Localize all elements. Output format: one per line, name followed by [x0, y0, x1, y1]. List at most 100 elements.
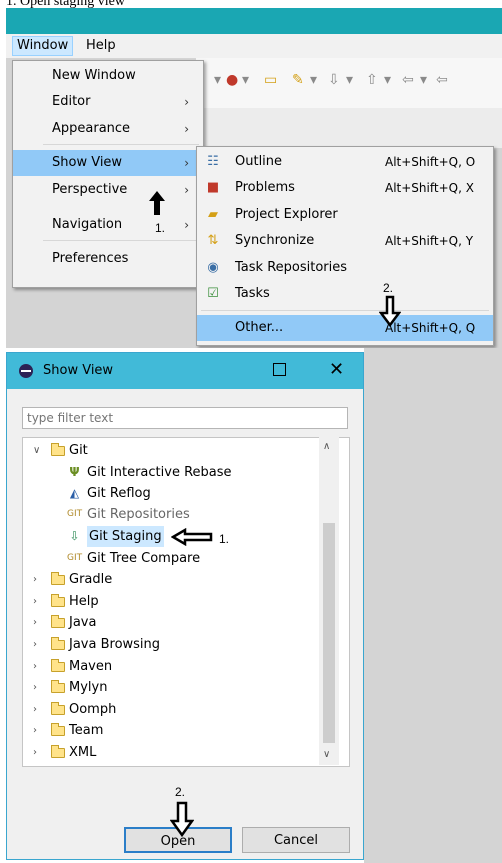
submenu-item-synchronize[interactable]: ⇅ Synchronize Alt+Shift+Q, Y — [197, 228, 493, 254]
project-explorer-icon: ▰ — [208, 207, 218, 222]
problems-icon: ■ — [206, 180, 220, 195]
menu-item-new-window[interactable]: New Window — [13, 63, 203, 89]
folder-icon — [51, 680, 65, 693]
toolbar: ▾ ● ▾ ▭ ✎ ▾ ⇩ ▾ ⇧ ▾ ⇦ ▾ ⇦ — [196, 58, 502, 109]
scrollbar-thumb[interactable] — [323, 523, 335, 743]
tree-item-git-tree-compare[interactable]: GIT Git Tree Compare — [33, 548, 313, 569]
tree-item-git-interactive-rebase[interactable]: Ψ Git Interactive Rebase — [33, 462, 313, 483]
git-repository-icon: GIT — [67, 509, 83, 519]
submenu-item-project-explorer[interactable]: ▰ Project Explorer — [197, 202, 493, 228]
run-icon[interactable]: ● — [226, 72, 238, 88]
editor-area — [196, 108, 502, 148]
dropdown-icon[interactable]: ▾ — [242, 72, 249, 88]
submenu-item-other[interactable]: Other... Alt+Shift+Q, Q — [197, 315, 493, 341]
tree-item-git-repositories[interactable]: GIT Git Repositories — [33, 504, 313, 525]
menu-item-navigation[interactable]: Navigation › — [13, 212, 203, 238]
chevron-right-icon: › — [33, 704, 37, 715]
folder-icon — [51, 572, 65, 585]
dialog-title-bar: Show View ✕ — [7, 353, 363, 389]
tree-item-xml[interactable]: › XML — [33, 742, 313, 763]
chevron-right-icon: › — [184, 183, 189, 197]
menu-item-perspective[interactable]: Perspective › — [13, 177, 203, 203]
window-dropdown-menu: New Window Editor › Appearance › Show View… — [12, 60, 204, 288]
forward-icon[interactable]: ⇦ — [436, 72, 448, 88]
arrow-down-annotation-icon — [379, 295, 401, 327]
reflog-icon: ◭ — [69, 486, 80, 500]
folder-icon — [51, 723, 65, 736]
eclipse-logo-icon — [19, 364, 33, 378]
menu-item-appearance[interactable]: Appearance › — [13, 116, 203, 142]
background-area — [364, 348, 502, 863]
show-view-dialog: Show View ✕ ∨ Git Ψ Git Interactive Reba… — [6, 352, 364, 860]
menu-separator — [43, 144, 199, 145]
maximize-icon[interactable] — [273, 363, 286, 376]
chevron-right-icon: › — [33, 596, 37, 607]
tree-item-mylyn[interactable]: › Mylyn — [33, 677, 313, 698]
tasks-icon: ☑ — [207, 286, 219, 301]
brush-icon[interactable]: ✎ — [292, 72, 304, 88]
eclipse-window-screenshot: Window Help ▾ ● ▾ ▭ ✎ ▾ ⇩ ▾ ⇧ ▾ ⇦ ▾ ⇦ Ne… — [6, 8, 502, 348]
step-2-dialog-label: 2. — [175, 785, 186, 799]
menu-item-preferences[interactable]: Preferences — [13, 246, 203, 272]
window-title-bar — [6, 8, 502, 34]
rebase-icon: Ψ — [69, 465, 80, 479]
arrow-up-annotation-icon — [149, 191, 165, 215]
dropdown-icon[interactable]: ▾ — [214, 72, 221, 88]
submenu-item-problems[interactable]: ■ Problems Alt+Shift+Q, X — [197, 175, 493, 201]
tree-item-git-reflog[interactable]: ◭ Git Reflog — [33, 483, 313, 504]
dropdown-icon[interactable]: ▾ — [346, 72, 353, 88]
chevron-right-icon: › — [184, 156, 189, 170]
submenu-item-outline[interactable]: ☷ Outline Alt+Shift+Q, O — [197, 149, 493, 175]
folder-icon — [51, 659, 65, 672]
chevron-right-icon: › — [33, 661, 37, 672]
dialog-title: Show View — [43, 363, 114, 378]
chevron-right-icon: › — [33, 682, 37, 693]
tree-item-git[interactable]: ∨ Git — [33, 440, 313, 461]
tree-item-oomph[interactable]: › Oomph — [33, 699, 313, 720]
chevron-right-icon: › — [33, 725, 37, 736]
folder-open-icon[interactable]: ▭ — [264, 72, 277, 88]
staging-icon: ⇩ — [69, 529, 80, 543]
step-2-label: 2. — [383, 281, 394, 295]
menu-separator — [201, 310, 489, 311]
scroll-up-icon[interactable]: ∧ — [323, 441, 330, 452]
tree-scrollbar[interactable]: ∧ ∨ — [319, 437, 339, 765]
tree-item-java-browsing[interactable]: › Java Browsing — [33, 634, 313, 655]
chevron-down-icon: ∨ — [33, 445, 41, 456]
dropdown-icon[interactable]: ▾ — [384, 72, 391, 88]
menu-item-editor[interactable]: Editor › — [13, 89, 203, 115]
tree-item-java[interactable]: › Java — [33, 612, 313, 633]
chevron-right-icon: › — [184, 95, 189, 109]
show-view-submenu: ☷ Outline Alt+Shift+Q, O ■ Problems Alt+… — [196, 146, 494, 346]
chevron-right-icon: › — [33, 639, 37, 650]
close-icon[interactable]: ✕ — [329, 359, 344, 380]
tree-item-gradle[interactable]: › Gradle — [33, 569, 313, 590]
chevron-right-icon: › — [184, 218, 189, 232]
menu-separator — [43, 240, 199, 241]
next-annotation-icon[interactable]: ⇩ — [328, 72, 340, 88]
arrow-left-annotation-icon — [171, 528, 213, 546]
folder-icon — [51, 745, 65, 758]
prev-annotation-icon[interactable]: ⇧ — [366, 72, 378, 88]
step-1-dialog-label: 1. — [219, 532, 230, 546]
submenu-item-tasks[interactable]: ☑ Tasks — [197, 281, 493, 307]
cancel-button[interactable]: Cancel — [242, 827, 350, 853]
help-menu[interactable]: Help — [82, 37, 120, 55]
dropdown-icon[interactable]: ▾ — [310, 72, 317, 88]
folder-icon — [51, 594, 65, 607]
dropdown-icon[interactable]: ▾ — [420, 72, 427, 88]
filter-input[interactable] — [22, 407, 348, 429]
chevron-right-icon: › — [33, 574, 37, 585]
submenu-item-task-repositories[interactable]: ◉ Task Repositories — [197, 255, 493, 281]
task-repositories-icon: ◉ — [207, 260, 219, 275]
window-menu[interactable]: Window — [12, 36, 74, 56]
tree-item-team[interactable]: › Team — [33, 720, 313, 741]
tree-item-maven[interactable]: › Maven — [33, 656, 313, 677]
scroll-down-icon[interactable]: ∨ — [323, 749, 330, 760]
menu-item-show-view[interactable]: Show View › — [13, 150, 203, 176]
view-tree: ∨ Git Ψ Git Interactive Rebase ◭ Git Ref… — [22, 437, 350, 767]
back-icon[interactable]: ⇦ — [402, 72, 414, 88]
folder-open-icon — [51, 443, 65, 456]
tree-item-help[interactable]: › Help — [33, 591, 313, 612]
step-1-label: 1. — [155, 221, 166, 235]
